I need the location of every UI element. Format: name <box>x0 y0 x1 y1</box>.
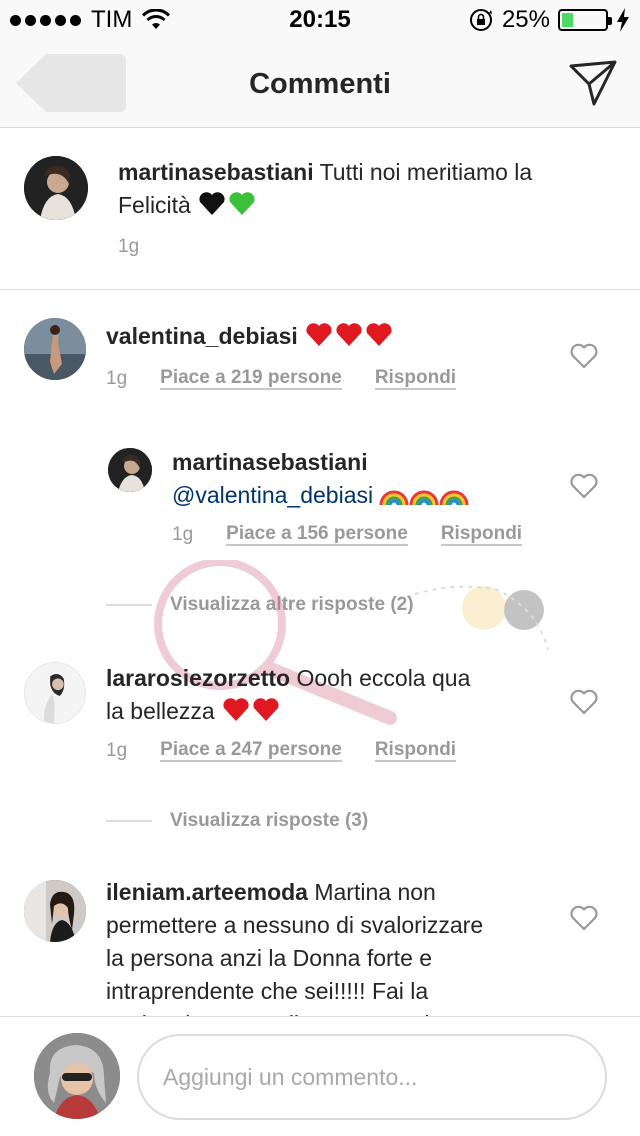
caption-text: martinasebastiani Tutti noi meritiamo la… <box>118 156 598 222</box>
comment-body-line4: intraprendente che sei!!!!! Fai la <box>106 978 429 1004</box>
caption-meta: 1g <box>118 236 172 258</box>
battery-icon <box>558 9 612 31</box>
view-more-replies-label: Visualizza altre risposte (2) <box>170 594 414 615</box>
battery-percent: 25% <box>501 6 550 33</box>
comment-composer <box>0 1016 640 1136</box>
nav-bar: Commenti <box>0 40 640 128</box>
red-heart-emoji-icon <box>366 323 392 346</box>
send-paper-plane-icon[interactable] <box>568 58 618 108</box>
like-heart-icon[interactable] <box>570 343 598 369</box>
view-more-replies-button[interactable]: Visualizza altre risposte (2) <box>106 594 414 616</box>
comment-body-line2: la bellezza <box>106 698 215 724</box>
black-heart-emoji-icon <box>199 192 225 215</box>
likes-link[interactable]: Piace a 156 persone <box>226 524 408 546</box>
current-user-avatar <box>34 1033 120 1119</box>
comment-age: 1g <box>106 368 128 389</box>
view-replies-button[interactable]: Visualizza risposte (3) <box>106 810 368 832</box>
comment-text: lararosiezorzetto Oooh eccola qua la bel… <box>106 662 556 728</box>
avatar-photo <box>24 880 86 942</box>
add-comment-input[interactable] <box>137 1034 607 1120</box>
comment-meta: 1g Piace a 247 persone Rispondi <box>106 740 457 762</box>
red-heart-emoji-icon <box>336 323 362 346</box>
view-replies-label: Visualizza risposte (3) <box>170 810 369 831</box>
comment-body-line1: Martina non <box>314 879 436 905</box>
comment-meta: 1g Piace a 219 persone Rispondi <box>106 368 457 390</box>
comment-username[interactable]: valentina_debiasi <box>106 323 298 349</box>
comment-username[interactable]: lararosiezorzetto <box>106 665 290 691</box>
reply-button[interactable]: Rispondi <box>440 524 523 546</box>
status-right: 25% <box>468 6 630 34</box>
reply-age: 1g <box>172 524 194 545</box>
likes-link[interactable]: Piace a 247 persone <box>160 740 342 762</box>
red-heart-emoji-icon <box>253 698 279 721</box>
avatar[interactable] <box>24 662 86 724</box>
caption-username[interactable]: martinasebastiani <box>118 159 314 185</box>
comment-age: 1g <box>106 740 128 761</box>
like-heart-icon[interactable] <box>570 905 598 931</box>
avatar-photo <box>34 1033 120 1119</box>
caption-age: 1g <box>118 236 140 257</box>
green-heart-emoji-icon <box>229 192 255 215</box>
red-heart-emoji-icon <box>306 323 332 346</box>
red-heart-emoji-icon <box>223 698 249 721</box>
avatar[interactable] <box>24 318 86 380</box>
mention-link[interactable]: @valentina_debiasi <box>172 482 373 508</box>
comment-username[interactable]: ileniam.arteemoda <box>106 879 308 905</box>
reply-username[interactable]: martinasebastiani <box>172 446 552 479</box>
reply-meta: 1g Piace a 156 persone Rispondi <box>172 524 523 546</box>
comment-body-line3: la persona anzi la Donna forte e <box>106 945 433 971</box>
avatar-photo <box>108 448 152 492</box>
avatar[interactable] <box>24 156 88 220</box>
caption-block: martinasebastiani Tutti noi meritiamo la… <box>0 128 640 290</box>
reply-text: martinasebastiani @valentina_debiasi <box>172 446 552 512</box>
avatar[interactable] <box>108 448 152 492</box>
reply-button[interactable]: Rispondi <box>374 368 457 390</box>
comment-text: valentina_debiasi <box>106 320 556 353</box>
page-title: Commenti <box>249 68 391 100</box>
charging-bolt-icon <box>617 8 629 32</box>
comment-body-line2: permettere a nessuno di svalorizzare <box>106 912 484 938</box>
rotation-lock-icon <box>469 9 492 31</box>
likes-link[interactable]: Piace a 219 persone <box>160 368 342 390</box>
comment-body: Oooh eccola qua <box>296 665 471 691</box>
avatar[interactable] <box>24 880 86 942</box>
rainbow-emoji-icon <box>409 490 439 506</box>
like-heart-icon[interactable] <box>570 473 598 499</box>
avatar-photo <box>24 318 86 380</box>
reply-button[interactable]: Rispondi <box>374 740 457 762</box>
rainbow-emoji-icon <box>379 490 409 506</box>
rainbow-emoji-icon <box>439 490 469 506</box>
status-bar: TIM 20:15 25% <box>0 0 640 40</box>
divider-line <box>106 604 152 606</box>
avatar-photo <box>24 156 88 220</box>
battery-level <box>562 13 573 27</box>
avatar-photo <box>25 663 85 723</box>
divider-line <box>106 820 152 822</box>
like-heart-icon[interactable] <box>570 689 598 715</box>
